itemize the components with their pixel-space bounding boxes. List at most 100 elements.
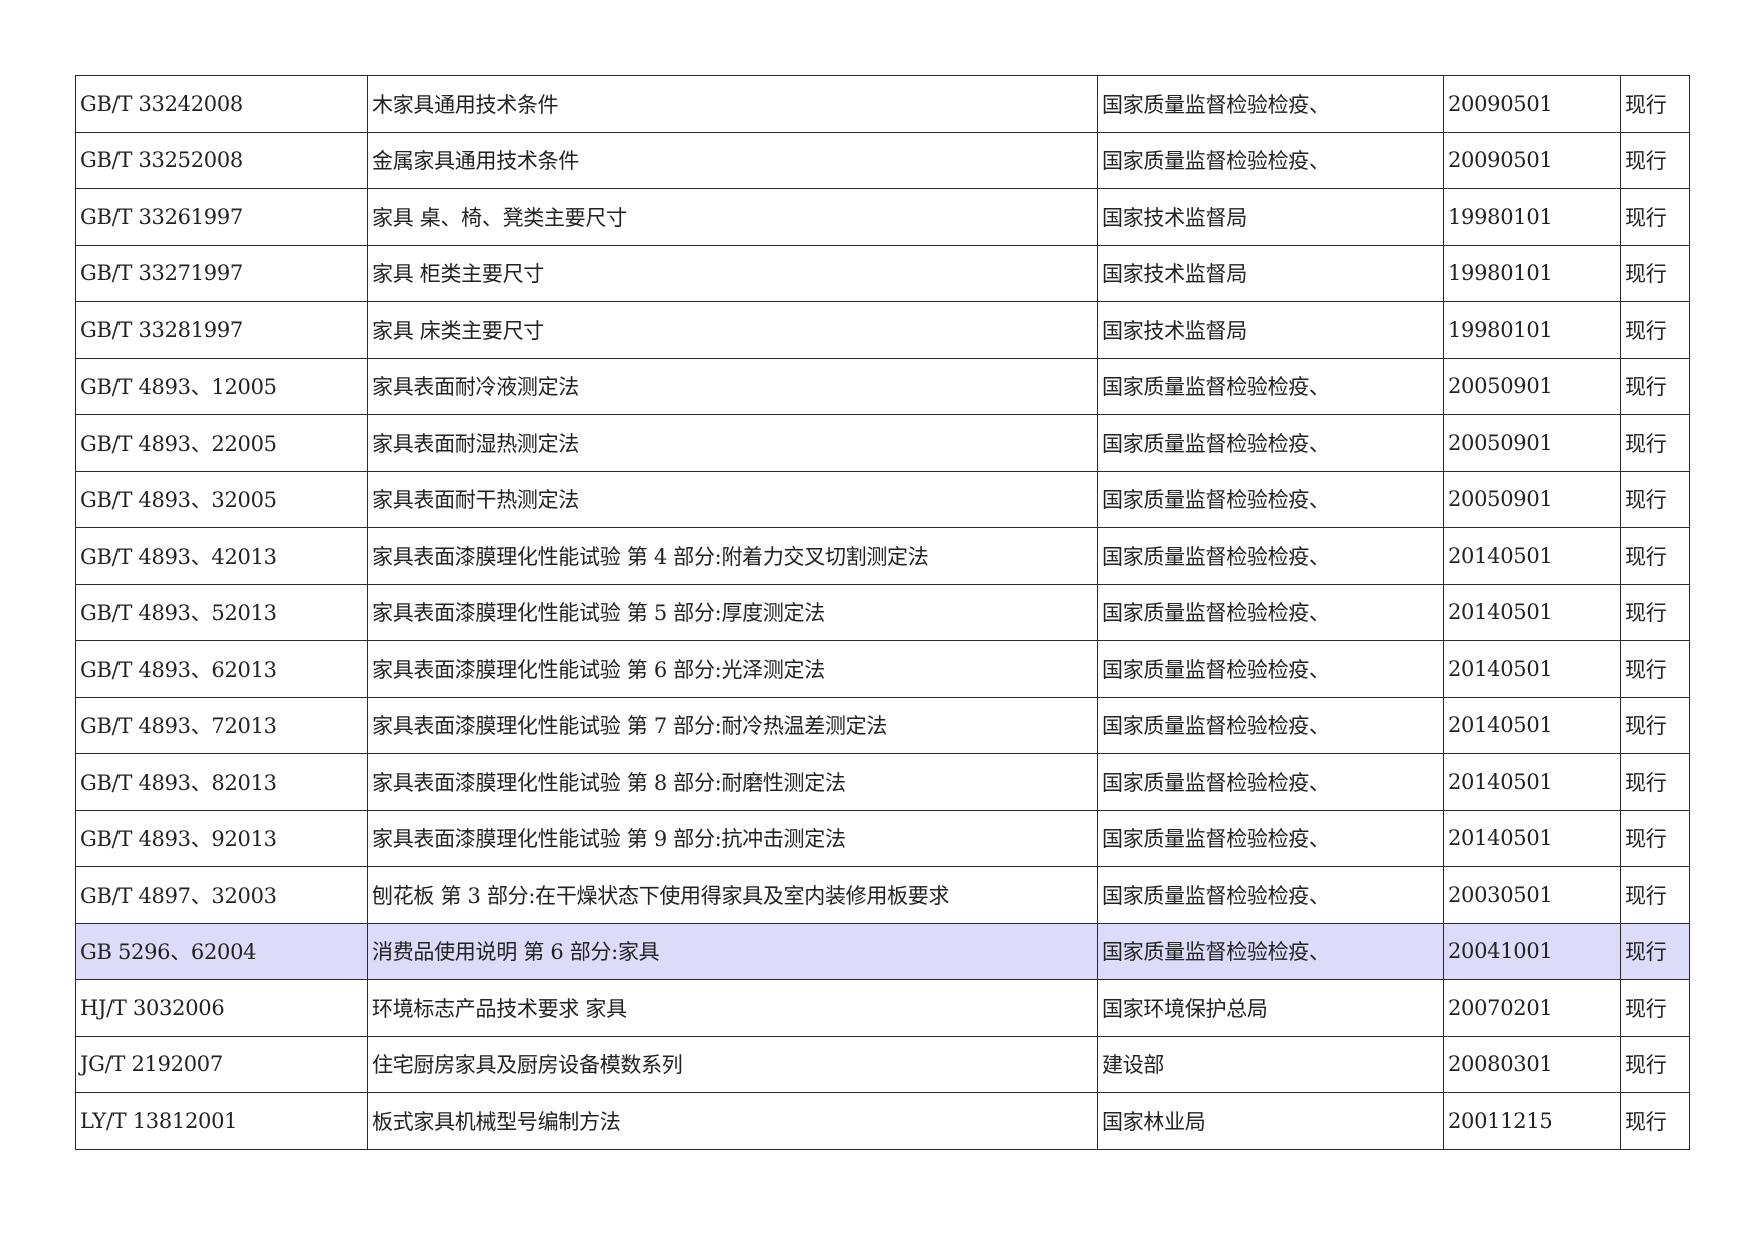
- table-row: GB/T 4893、12005 家具表面耐冷液测定法 国家质量监督检验检疫、 2005…: [75, 357, 1690, 415]
- table-row: GB/T 33281997 家具 床类主要尺寸 国家技术监督局 19980101 现行: [75, 301, 1690, 359]
- status-cell: 现行: [1620, 753, 1690, 811]
- standard-name-cell: 家具 床类主要尺寸: [367, 301, 1098, 359]
- effective-date-cell: 20070201: [1443, 979, 1621, 1037]
- effective-date-cell: 20080301: [1443, 1035, 1621, 1093]
- standard-name-cell: 家具表面耐湿热测定法: [367, 414, 1098, 472]
- table-row: GB/T 33252008 金属家具通用技术条件 国家质量监督检验检疫、 200905…: [75, 131, 1690, 189]
- status-cell: 现行: [1620, 922, 1690, 980]
- effective-date-cell: 19980101: [1443, 244, 1621, 302]
- status-cell: 现行: [1620, 414, 1690, 472]
- status-cell: 现行: [1620, 866, 1690, 924]
- status-cell: 现行: [1620, 1092, 1690, 1150]
- issuing-body-cell: 国家质量监督检验检疫、: [1097, 696, 1444, 754]
- status-cell: 现行: [1620, 188, 1690, 246]
- effective-date-cell: 20140501: [1443, 753, 1621, 811]
- table-row: GB/T 33271997 家具 柜类主要尺寸 国家技术监督局 19980101 现行: [75, 244, 1690, 302]
- table-row: GB 5296、62004 消费品使用说明 第 6 部分:家具 国家质量监督检验检疫…: [75, 922, 1690, 980]
- standard-code-cell: GB/T 4893、42013: [75, 527, 368, 585]
- issuing-body-cell: 国家质量监督检验检疫、: [1097, 527, 1444, 585]
- standard-name-cell: 家具表面漆膜理化性能试验 第 6 部分:光泽测定法: [367, 640, 1098, 698]
- standard-code-cell: GB/T 4893、72013: [75, 696, 368, 754]
- effective-date-cell: 20140501: [1443, 696, 1621, 754]
- table-row: GB/T 33242008 木家具通用技术条件 国家质量监督检验检疫、 2009050…: [75, 75, 1690, 133]
- standard-code-cell: GB/T 33242008: [75, 75, 368, 133]
- table-row: GB/T 4893、22005 家具表面耐湿热测定法 国家质量监督检验检疫、 2005…: [75, 414, 1690, 472]
- table-row: GB/T 4893、62013 家具表面漆膜理化性能试验 第 6 部分:光泽测定法…: [75, 640, 1690, 698]
- standard-name-cell: 消费品使用说明 第 6 部分:家具: [367, 922, 1098, 980]
- standard-name-cell: 木家具通用技术条件: [367, 75, 1098, 133]
- status-cell: 现行: [1620, 244, 1690, 302]
- issuing-body-cell: 国家质量监督检验检疫、: [1097, 866, 1444, 924]
- standard-code-cell: GB/T 33261997: [75, 188, 368, 246]
- table-row: GB/T 4893、82013 家具表面漆膜理化性能试验 第 8 部分:耐磨性测定…: [75, 753, 1690, 811]
- status-cell: 现行: [1620, 357, 1690, 415]
- effective-date-cell: 20090501: [1443, 131, 1621, 189]
- table-row: GB/T 4893、52013 家具表面漆膜理化性能试验 第 5 部分:厚度测定法…: [75, 583, 1690, 641]
- standard-name-cell: 家具表面耐冷液测定法: [367, 357, 1098, 415]
- standard-code-cell: GB/T 4893、62013: [75, 640, 368, 698]
- standard-code-cell: GB 5296、62004: [75, 922, 368, 980]
- status-cell: 现行: [1620, 979, 1690, 1037]
- table-row: GB/T 4893、32005 家具表面耐干热测定法 国家质量监督检验检疫、 2005…: [75, 470, 1690, 528]
- issuing-body-cell: 国家质量监督检验检疫、: [1097, 131, 1444, 189]
- table-row: GB/T 4897、32003 刨花板 第 3 部分:在干燥状态下使用得家具及室内…: [75, 866, 1690, 924]
- standard-name-cell: 环境标志产品技术要求 家具: [367, 979, 1098, 1037]
- standard-name-cell: 家具表面耐干热测定法: [367, 470, 1098, 528]
- issuing-body-cell: 国家环境保护总局: [1097, 979, 1444, 1037]
- issuing-body-cell: 国家质量监督检验检疫、: [1097, 75, 1444, 133]
- standard-code-cell: GB/T 33252008: [75, 131, 368, 189]
- standard-name-cell: 家具 桌、椅、凳类主要尺寸: [367, 188, 1098, 246]
- table-row: JG/T 2192007 住宅厨房家具及厨房设备模数系列 建设部 20080301 现行: [75, 1035, 1690, 1093]
- table-row: GB/T 33261997 家具 桌、椅、凳类主要尺寸 国家技术监督局 1998010…: [75, 188, 1690, 246]
- effective-date-cell: 20140501: [1443, 640, 1621, 698]
- standard-code-cell: GB/T 4893、92013: [75, 809, 368, 867]
- standard-name-cell: 住宅厨房家具及厨房设备模数系列: [367, 1035, 1098, 1093]
- table-row: LY/T 13812001 板式家具机械型号编制方法 国家林业局 20011215 现行: [75, 1092, 1690, 1150]
- standard-code-cell: GB/T 33271997: [75, 244, 368, 302]
- effective-date-cell: 20140501: [1443, 809, 1621, 867]
- issuing-body-cell: 国家质量监督检验检疫、: [1097, 753, 1444, 811]
- standard-code-cell: GB/T 4893、52013: [75, 583, 368, 641]
- issuing-body-cell: 国家质量监督检验检疫、: [1097, 640, 1444, 698]
- effective-date-cell: 20050901: [1443, 414, 1621, 472]
- issuing-body-cell: 国家质量监督检验检疫、: [1097, 922, 1444, 980]
- status-cell: 现行: [1620, 583, 1690, 641]
- effective-date-cell: 19980101: [1443, 188, 1621, 246]
- issuing-body-cell: 国家林业局: [1097, 1092, 1444, 1150]
- standard-name-cell: 家具表面漆膜理化性能试验 第 4 部分:附着力交叉切割测定法: [367, 527, 1098, 585]
- effective-date-cell: 20011215: [1443, 1092, 1621, 1150]
- effective-date-cell: 20140501: [1443, 527, 1621, 585]
- standard-code-cell: GB/T 4893、82013: [75, 753, 368, 811]
- effective-date-cell: 20050901: [1443, 470, 1621, 528]
- issuing-body-cell: 国家质量监督检验检疫、: [1097, 809, 1444, 867]
- effective-date-cell: 20030501: [1443, 866, 1621, 924]
- standard-code-cell: JG/T 2192007: [75, 1035, 368, 1093]
- standard-code-cell: GB/T 4893、32005: [75, 470, 368, 528]
- effective-date-cell: 20050901: [1443, 357, 1621, 415]
- standard-code-cell: GB/T 33281997: [75, 301, 368, 359]
- standard-code-cell: GB/T 4893、22005: [75, 414, 368, 472]
- status-cell: 现行: [1620, 640, 1690, 698]
- status-cell: 现行: [1620, 809, 1690, 867]
- status-cell: 现行: [1620, 1035, 1690, 1093]
- standard-name-cell: 板式家具机械型号编制方法: [367, 1092, 1098, 1150]
- effective-date-cell: 20140501: [1443, 583, 1621, 641]
- issuing-body-cell: 建设部: [1097, 1035, 1444, 1093]
- standard-code-cell: GB/T 4893、12005: [75, 357, 368, 415]
- issuing-body-cell: 国家技术监督局: [1097, 301, 1444, 359]
- issuing-body-cell: 国家技术监督局: [1097, 244, 1444, 302]
- standard-name-cell: 家具表面漆膜理化性能试验 第 7 部分:耐冷热温差测定法: [367, 696, 1098, 754]
- status-cell: 现行: [1620, 527, 1690, 585]
- standards-sheet: GB/T 33242008 木家具通用技术条件 国家质量监督检验检疫、 2009050…: [75, 75, 1690, 1150]
- issuing-body-cell: 国家质量监督检验检疫、: [1097, 470, 1444, 528]
- standards-table-body: GB/T 33242008 木家具通用技术条件 国家质量监督检验检疫、 2009050…: [75, 75, 1690, 1150]
- status-cell: 现行: [1620, 75, 1690, 133]
- standard-code-cell: GB/T 4897、32003: [75, 866, 368, 924]
- effective-date-cell: 20090501: [1443, 75, 1621, 133]
- status-cell: 现行: [1620, 470, 1690, 528]
- standard-name-cell: 家具表面漆膜理化性能试验 第 8 部分:耐磨性测定法: [367, 753, 1098, 811]
- standard-code-cell: LY/T 13812001: [75, 1092, 368, 1150]
- standard-name-cell: 刨花板 第 3 部分:在干燥状态下使用得家具及室内装修用板要求: [367, 866, 1098, 924]
- status-cell: 现行: [1620, 696, 1690, 754]
- table-row: GB/T 4893、42013 家具表面漆膜理化性能试验 第 4 部分:附着力交叉…: [75, 527, 1690, 585]
